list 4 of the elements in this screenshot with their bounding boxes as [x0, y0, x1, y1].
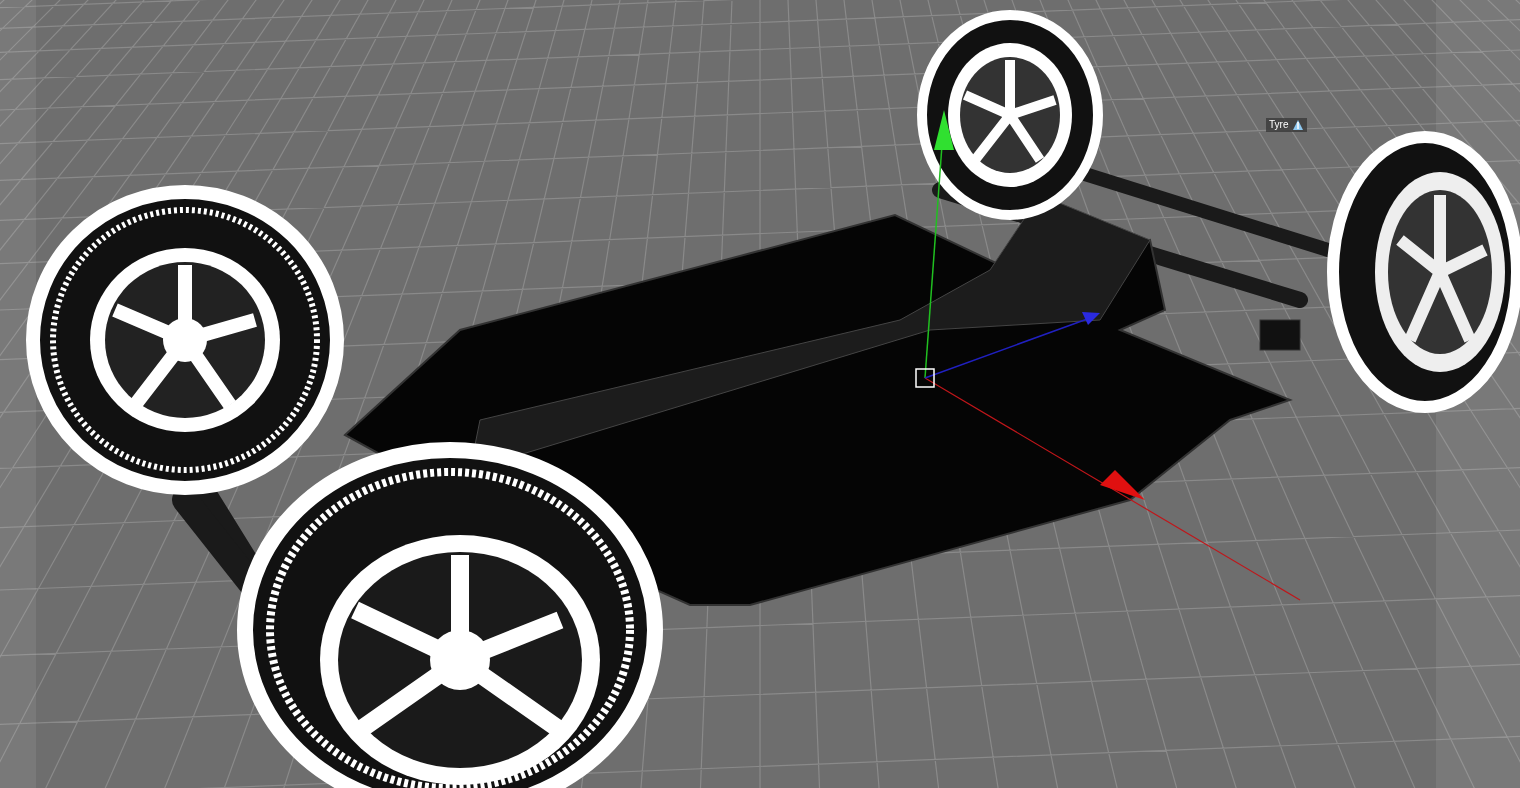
viewport[interactable]: Tyre — [0, 0, 1520, 788]
object-icon — [1292, 119, 1305, 131]
move-gizmo[interactable] — [915, 110, 1301, 601]
object-name: Tyre — [1269, 120, 1289, 130]
